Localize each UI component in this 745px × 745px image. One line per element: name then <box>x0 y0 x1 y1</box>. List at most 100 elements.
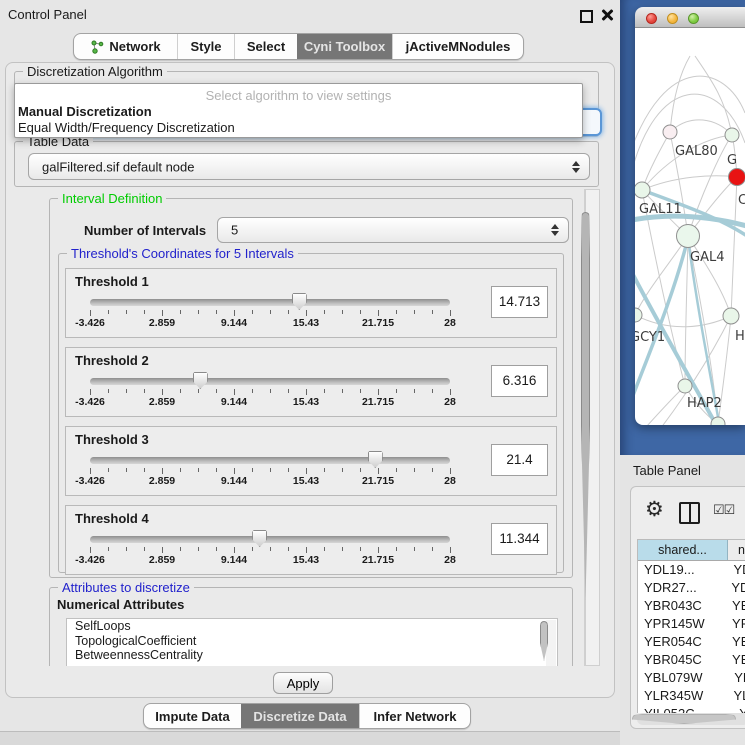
threshold-value-input[interactable]: 6.316 <box>491 365 548 397</box>
columns-icon[interactable] <box>679 502 700 524</box>
slider-track[interactable] <box>90 536 450 543</box>
table-row[interactable]: YDR27...YDR2 <box>638 579 745 597</box>
table-row[interactable]: YBR043CYBR0 <box>638 597 745 615</box>
cell-shared-name[interactable]: YER054C <box>638 633 726 651</box>
table-row[interactable]: YLR345WYLR3 <box>638 687 745 705</box>
table-row[interactable]: YIL052CYIL0 <box>638 705 745 713</box>
network-node[interactable] <box>723 308 739 324</box>
slider-thumb[interactable] <box>193 372 208 389</box>
column-header-shared-name[interactable]: shared... <box>638 540 728 560</box>
cell-shared-name[interactable]: YDR27... <box>638 579 725 597</box>
top-tabbar: Network Style Select Cyni Toolbox jActiv… <box>73 33 524 60</box>
attribute-item[interactable]: SelfLoops <box>67 619 557 634</box>
slider-thumb[interactable] <box>368 451 383 468</box>
select-columns-icons[interactable]: ☑☑ <box>713 502 734 518</box>
mac-titlebar[interactable] <box>635 7 745 28</box>
slider[interactable]: -3.4262.8599.14415.4321.71528 <box>90 427 450 495</box>
tick-label: 2.859 <box>149 317 175 329</box>
network-canvas[interactable]: GAL80GCGAL11GAL4GCY1HHAP2 <box>635 28 745 425</box>
tab-network[interactable]: Network <box>74 34 177 59</box>
tab-label: Cyni Toolbox <box>304 39 385 54</box>
cell-name[interactable]: YIL0 <box>733 705 745 713</box>
table-horizontal-scrollbar[interactable] <box>637 713 745 725</box>
network-node[interactable] <box>677 225 700 248</box>
cell-shared-name[interactable]: YIL052C <box>638 705 733 713</box>
dropdown-option-equal-width[interactable]: Equal Width/Frequency Discretization <box>18 120 235 135</box>
cell-name[interactable]: YLR3 <box>727 687 745 705</box>
scrollbar-thumb[interactable] <box>632 714 736 724</box>
threshold-value-input[interactable]: 21.4 <box>491 444 548 476</box>
cell-name[interactable]: YBR0 <box>726 597 745 615</box>
cell-shared-name[interactable]: YBL079W <box>638 669 728 687</box>
table-row[interactable]: YDL19...YDL1 <box>638 561 745 579</box>
tick-label: 15.43 <box>293 475 319 487</box>
num-intervals-label: Number of Intervals <box>84 223 206 238</box>
close-traffic-light-icon[interactable] <box>646 13 657 24</box>
network-node[interactable] <box>635 308 642 322</box>
gear-icon[interactable]: ⚙ <box>645 497 664 522</box>
network-node[interactable] <box>635 182 650 198</box>
network-node[interactable] <box>678 379 692 393</box>
threshold-value-input[interactable]: 11.344 <box>491 523 548 555</box>
table-panel-container: ⚙ ☑☑ shared... na YDL19...YDL1YDR27...YD… <box>630 486 745 729</box>
threshold-panel: Threshold 3-3.4262.8599.14415.4321.71528… <box>65 426 557 496</box>
attribute-item[interactable]: TopologicalCoefficient <box>67 634 557 649</box>
slider-track[interactable] <box>90 299 450 306</box>
cell-name[interactable]: YBR0 <box>726 651 745 669</box>
network-node[interactable] <box>725 128 739 142</box>
num-intervals-combobox[interactable]: 5 <box>217 217 569 243</box>
network-node[interactable] <box>729 169 745 186</box>
tab-jactivemnodules[interactable]: jActiveMNodules <box>392 34 523 59</box>
tick-label: 21.715 <box>362 317 394 329</box>
threshold-list: Threshold 1-3.4262.8599.14415.4321.71528… <box>59 268 563 584</box>
slider-track[interactable] <box>90 457 450 464</box>
table-row[interactable]: YBL079WYBL0 <box>638 669 745 687</box>
slider-thumb[interactable] <box>252 530 267 547</box>
cell-shared-name[interactable]: YBR043C <box>638 597 726 615</box>
slider-thumb[interactable] <box>292 293 307 310</box>
zoom-traffic-light-icon[interactable] <box>688 13 699 24</box>
cell-shared-name[interactable]: YLR345W <box>638 687 727 705</box>
cell-shared-name[interactable]: YDL19... <box>638 561 727 579</box>
node-label: GAL80 <box>675 144 718 159</box>
column-header-name[interactable]: na <box>728 540 745 560</box>
dropdown-prompt: Select algorithm to view settings <box>15 88 582 103</box>
cell-name[interactable]: YDL1 <box>727 561 745 579</box>
control-panel: Control Panel Network Style Select <box>0 0 620 732</box>
threshold-value-input[interactable]: 14.713 <box>491 286 548 318</box>
attribute-item[interactable]: BetweennessCentrality <box>67 648 557 663</box>
threshold-panel: Threshold 2-3.4262.8599.14415.4321.71528… <box>65 347 557 417</box>
cell-shared-name[interactable]: YBR045C <box>638 651 726 669</box>
table-row[interactable]: YPR145WYPR1 <box>638 615 745 633</box>
table-row[interactable]: YER054CYER0 <box>638 633 745 651</box>
slider[interactable]: -3.4262.8599.14415.4321.71528 <box>90 506 450 574</box>
cell-name[interactable]: YDR2 <box>725 579 745 597</box>
apply-button[interactable]: Apply <box>273 672 333 694</box>
cell-shared-name[interactable]: YPR145W <box>638 615 726 633</box>
list-scrollbar[interactable] <box>546 620 556 666</box>
tick-label: 9.144 <box>221 475 247 487</box>
tab-impute-data[interactable]: Impute Data <box>144 704 241 728</box>
tab-style[interactable]: Style <box>177 34 234 59</box>
tab-infer-network[interactable]: Infer Network <box>359 704 470 728</box>
cell-name[interactable]: YBL0 <box>728 669 745 687</box>
minimize-traffic-light-icon[interactable] <box>667 13 678 24</box>
cell-name[interactable]: YER0 <box>726 633 745 651</box>
table-data-combobox[interactable]: galFiltered.sif default node <box>28 153 590 180</box>
close-icon[interactable] <box>601 9 613 21</box>
dropdown-option-manual[interactable]: Manual Discretization <box>18 104 152 119</box>
table-header: shared... na <box>638 540 745 561</box>
slider[interactable]: -3.4262.8599.14415.4321.71528 <box>90 348 450 416</box>
slider[interactable]: -3.4262.8599.14415.4321.71528 <box>90 269 450 337</box>
threshold-coordinates-group: Threshold's Coordinates for 5 Intervals … <box>58 253 564 573</box>
table-row[interactable]: YBR045CYBR0 <box>638 651 745 669</box>
tab-discretize-data[interactable]: Discretize Data <box>241 704 359 728</box>
cell-name[interactable]: YPR1 <box>726 615 745 633</box>
network-node[interactable] <box>663 125 677 139</box>
tab-select[interactable]: Select <box>234 34 297 59</box>
slider-track[interactable] <box>90 378 450 385</box>
float-window-icon[interactable] <box>580 10 593 23</box>
settings-scrollbar[interactable] <box>585 189 600 666</box>
node-label: H <box>735 329 745 344</box>
tab-cyni-toolbox[interactable]: Cyni Toolbox <box>297 34 392 59</box>
